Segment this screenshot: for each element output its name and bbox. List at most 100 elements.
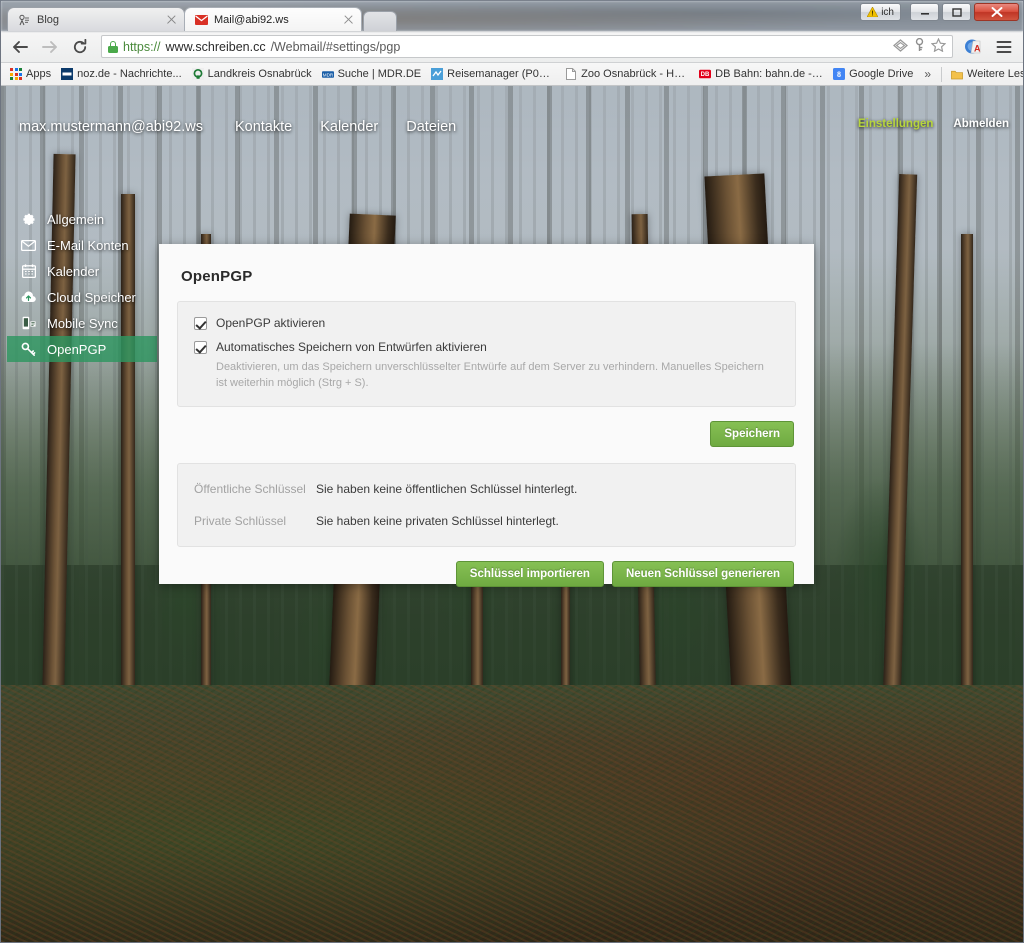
svg-text:A: A bbox=[974, 43, 981, 53]
mdr-favicon: MDR bbox=[321, 68, 334, 80]
landkreis-favicon bbox=[191, 68, 204, 80]
sidebar-item-mobile-sync[interactable]: Mobile Sync bbox=[7, 310, 157, 336]
openpgp-settings-card: OpenPGP OpenPGP aktivieren Automatisches… bbox=[159, 244, 814, 587]
sidebar-item-kalender[interactable]: Kalender bbox=[7, 258, 157, 284]
bookmarks-divider bbox=[941, 66, 943, 82]
bookmark-label: Landkreis Osnabrück bbox=[207, 68, 312, 80]
openpgp-enable-checkbox[interactable] bbox=[194, 317, 207, 330]
bookmark-reisemanager[interactable]: Reisemanager (P01 ... bbox=[426, 65, 560, 84]
reisemanager-favicon bbox=[431, 68, 444, 80]
minimize-button[interactable] bbox=[910, 3, 939, 21]
envelope-icon bbox=[21, 238, 36, 253]
webmail-topnav: max.mustermann@abi92.ws Kontakte Kalende… bbox=[1, 110, 1023, 144]
bookmark-label: Reisemanager (P01 ... bbox=[447, 68, 556, 80]
maximize-button[interactable] bbox=[942, 3, 971, 21]
bookmark-label: Suche | MDR.DE bbox=[337, 68, 422, 80]
sidebar-item-label: E-Mail Konten bbox=[47, 237, 129, 253]
warning-icon bbox=[867, 7, 879, 17]
svg-text:MDR: MDR bbox=[322, 72, 333, 77]
blog-favicon bbox=[17, 13, 31, 27]
address-bar[interactable]: https:// www.schreiben.cc/Webmail/#settin… bbox=[101, 35, 953, 58]
bookmark-star-icon[interactable] bbox=[930, 37, 947, 55]
chromecast-icon[interactable] bbox=[892, 38, 909, 55]
browser-titlebar: Blog Mail@abi92.ws ich bbox=[1, 1, 1023, 31]
bookmark-label: DB Bahn: bahn.de - ... bbox=[715, 68, 824, 80]
svg-text:8: 8 bbox=[837, 70, 841, 79]
account-email: max.mustermann@abi92.ws bbox=[19, 119, 203, 135]
svg-text:DB: DB bbox=[701, 72, 710, 78]
sidebar-item-label: OpenPGP bbox=[47, 341, 107, 357]
openpgp-enable-row[interactable]: OpenPGP aktivieren bbox=[194, 316, 779, 330]
key-icon bbox=[21, 342, 36, 357]
close-icon[interactable] bbox=[342, 13, 355, 26]
sidebar-item-label: Cloud Speicher bbox=[47, 289, 136, 305]
bookmark-noz[interactable]: noz.de - Nachrichte... bbox=[56, 65, 187, 84]
key-icon[interactable] bbox=[914, 37, 925, 55]
bookmark-zoo[interactable]: Zoo Osnabrück - Ho... bbox=[560, 65, 694, 84]
sidebar-item-label: Allgemein bbox=[47, 211, 105, 227]
forward-button-icon[interactable] bbox=[37, 34, 63, 60]
nav-kalender[interactable]: Kalender bbox=[320, 119, 378, 135]
other-bookmarks-label: Weitere Lesezeichen bbox=[967, 68, 1023, 80]
other-bookmarks-folder[interactable]: Weitere Lesezeichen bbox=[946, 65, 1023, 84]
browser-window: Blog Mail@abi92.ws ich https:// www.schr… bbox=[0, 0, 1024, 943]
url-host: www.schreiben.cc bbox=[165, 39, 266, 54]
mail-favicon bbox=[194, 13, 208, 27]
bookmark-label: Google Drive bbox=[849, 68, 914, 80]
sidebar-item-cloud-speicher[interactable]: Cloud Speicher bbox=[7, 284, 157, 310]
nav-einstellungen[interactable]: Einstellungen bbox=[858, 118, 933, 130]
apps-label: Apps bbox=[26, 68, 52, 80]
browser-tab-mail[interactable]: Mail@abi92.ws bbox=[184, 7, 362, 31]
bookmarks-overflow-button[interactable]: » bbox=[918, 67, 937, 81]
nav-abmelden[interactable]: Abmelden bbox=[953, 118, 1009, 130]
autosave-drafts-row[interactable]: Automatisches Speichern von Entwürfen ak… bbox=[194, 340, 779, 354]
nav-dateien[interactable]: Dateien bbox=[406, 119, 456, 135]
user-account-button[interactable]: ich bbox=[860, 3, 901, 21]
openpgp-options-panel: OpenPGP aktivieren Automatisches Speiche… bbox=[177, 301, 796, 407]
url-scheme: https:// bbox=[123, 39, 161, 54]
sidebar-item-allgemein[interactable]: Allgemein bbox=[7, 206, 157, 232]
autosave-drafts-label: Automatisches Speichern von Entwürfen ak… bbox=[216, 340, 487, 354]
public-keys-label: Öffentliche Schlüssel bbox=[194, 481, 306, 496]
sidebar-item-email-konten[interactable]: E-Mail Konten bbox=[7, 232, 157, 258]
private-keys-value: Sie haben keine privaten Schlüssel hinte… bbox=[316, 513, 559, 528]
sidebar-item-label: Kalender bbox=[47, 263, 100, 279]
bookmark-label: Zoo Osnabrück - Ho... bbox=[581, 68, 690, 80]
private-keys-row: Private Schlüssel Sie haben keine privat… bbox=[194, 514, 779, 528]
bookmarks-bar: Apps noz.de - Nachrichte... Landkreis Os… bbox=[1, 63, 1023, 86]
autosave-drafts-checkbox[interactable] bbox=[194, 341, 207, 354]
save-button[interactable]: Speichern bbox=[710, 420, 794, 447]
bookmark-db-bahn[interactable]: DB DB Bahn: bahn.de - ... bbox=[694, 65, 828, 84]
browser-tab-blog[interactable]: Blog bbox=[7, 7, 185, 31]
bookmark-mdr[interactable]: MDR Suche | MDR.DE bbox=[317, 65, 427, 84]
nav-kontakte[interactable]: Kontakte bbox=[235, 119, 292, 135]
reload-button-icon[interactable] bbox=[67, 34, 93, 60]
bookmark-google-drive[interactable]: 8 Google Drive bbox=[828, 65, 918, 84]
import-key-button[interactable]: Schlüssel importieren bbox=[455, 560, 604, 587]
bookmark-label: noz.de - Nachrichte... bbox=[77, 68, 182, 80]
sidebar-item-label: Mobile Sync bbox=[47, 315, 118, 331]
gdrive-favicon: 8 bbox=[833, 68, 846, 80]
gear-icon bbox=[21, 212, 36, 227]
apps-shortcut[interactable]: Apps bbox=[5, 65, 56, 84]
autosave-hint-text: Deaktivieren, um das Speichern unverschl… bbox=[216, 361, 764, 389]
openpgp-enable-label: OpenPGP aktivieren bbox=[216, 316, 326, 330]
public-keys-row: Öffentliche Schlüssel Sie haben keine öf… bbox=[194, 482, 779, 496]
https-lock-icon bbox=[108, 40, 118, 53]
new-tab-button[interactable] bbox=[363, 11, 397, 31]
pdf-extension-icon[interactable]: A bbox=[961, 34, 987, 60]
webmail-application: max.mustermann@abi92.ws Kontakte Kalende… bbox=[1, 86, 1023, 942]
calendar-icon bbox=[21, 264, 36, 279]
page-title: OpenPGP bbox=[181, 268, 253, 285]
bookmark-landkreis[interactable]: Landkreis Osnabrück bbox=[187, 65, 317, 84]
close-icon[interactable] bbox=[165, 13, 178, 26]
noz-favicon bbox=[61, 68, 74, 80]
back-button-icon[interactable] bbox=[7, 34, 33, 60]
close-window-button[interactable] bbox=[974, 3, 1019, 21]
generate-key-button[interactable]: Neuen Schlüssel generieren bbox=[611, 560, 794, 587]
sidebar-item-openpgp[interactable]: OpenPGP bbox=[7, 336, 157, 362]
folder-icon bbox=[951, 68, 963, 80]
chrome-menu-icon[interactable] bbox=[991, 34, 1017, 60]
user-label: ich bbox=[881, 6, 894, 18]
cloud-upload-icon bbox=[21, 290, 36, 305]
